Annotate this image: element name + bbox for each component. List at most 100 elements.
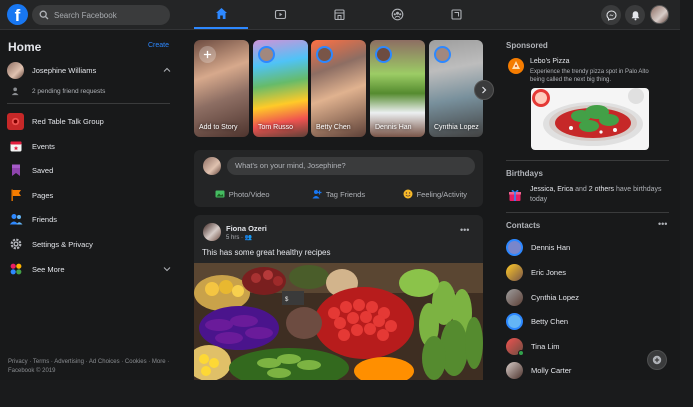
app-window: f Home Create <box>0 0 680 380</box>
new-message-button[interactable] <box>647 350 667 370</box>
feeling-activity-label: Feeling/Activity <box>416 189 468 199</box>
facebook-logo[interactable]: f <box>7 4 28 25</box>
ad-description: Experience the trendy pizza spot in Palo… <box>530 69 649 83</box>
sidebar-item-pages[interactable]: Pages <box>7 185 175 205</box>
profile-row[interactable]: Josephine Williams <box>7 60 175 80</box>
divider <box>7 103 170 104</box>
feeling-activity-button[interactable]: Feeling/Activity <box>387 186 483 202</box>
avatar <box>7 61 24 79</box>
post-meta: 5 hrs · 👥 <box>226 234 252 241</box>
sidebar-item-label: Red Table Talk Group <box>32 116 104 126</box>
sidebar-item-label: Friends <box>32 214 58 224</box>
bookmark-icon <box>7 162 24 179</box>
watch-icon <box>274 9 286 20</box>
contact-name: Eric Jones <box>531 267 567 277</box>
notifications-button[interactable] <box>625 5 645 25</box>
contact-name: Cynthia Lopez <box>531 292 579 302</box>
post-time[interactable]: 5 hrs <box>226 235 239 241</box>
sidebar-item-saved[interactable]: Saved <box>7 160 175 180</box>
birthdays-text[interactable]: Jessica, Erica and 2 others have birthda… <box>530 185 665 205</box>
post-image[interactable]: $ <box>194 263 483 380</box>
home-icon <box>215 8 227 19</box>
contact-item[interactable]: Molly Carter <box>506 360 666 380</box>
search-icon <box>39 10 49 20</box>
page-title: Home <box>8 40 42 54</box>
story-card[interactable]: Tom Russo <box>253 40 308 137</box>
gear-icon <box>7 236 24 253</box>
composer-input[interactable]: What's on your mind, Josephine? <box>227 157 475 175</box>
search-input[interactable] <box>54 10 164 20</box>
stories-next-button[interactable] <box>474 80 494 100</box>
smiley-icon <box>403 189 413 199</box>
story-card[interactable]: Betty Chen <box>311 40 366 137</box>
story-name: Betty Chen <box>316 124 351 131</box>
photo-video-button[interactable]: Photo/Video <box>194 186 290 202</box>
sidebar-item-friends[interactable]: Friends <box>7 209 175 229</box>
tab-watch[interactable] <box>253 0 307 29</box>
tag-friends-icon <box>312 190 322 199</box>
add-story-icon <box>199 46 216 63</box>
sidebar-item-label: Pages <box>32 190 54 200</box>
messenger-button[interactable] <box>601 5 621 25</box>
sidebar-item-settings[interactable]: Settings & Privacy <box>7 234 175 254</box>
chevron-down-icon[interactable] <box>163 265 171 273</box>
chevron-up-icon[interactable] <box>163 66 171 74</box>
profile-name: Josephine Williams <box>32 65 97 75</box>
stories-tray: Add to Story Tom Russo Betty Chen Dennis… <box>193 38 483 138</box>
tab-home[interactable] <box>194 0 248 29</box>
photo-video-label: Photo/Video <box>228 189 270 199</box>
avatar <box>258 46 275 63</box>
sidebar-item-see-more[interactable]: See More <box>7 259 175 279</box>
more-options-icon[interactable]: ••• <box>658 219 667 229</box>
see-more-icon <box>7 261 24 278</box>
post-composer: What's on your mind, Josephine? Photo/Vi… <box>194 150 483 207</box>
avatar <box>203 157 221 175</box>
contact-name: Betty Chen <box>531 316 569 326</box>
birthday-others[interactable]: 2 others <box>589 186 614 193</box>
ad-title[interactable]: Lebo's Pizza <box>530 58 569 65</box>
sidebar-item-events[interactable]: Events <box>7 136 175 156</box>
story-card[interactable]: Dennis Han <box>370 40 425 137</box>
footer-links[interactable]: Privacy · Terms · Advertising · Ad Choic… <box>8 358 173 376</box>
contact-name: Dennis Han <box>531 242 571 252</box>
contact-item[interactable]: Betty Chen <box>506 311 666 331</box>
avatar[interactable] <box>203 223 221 241</box>
contact-item[interactable]: Eric Jones <box>506 262 666 282</box>
ad-image[interactable] <box>531 88 649 150</box>
feed-post: Fiona Ozeri 5 hrs · 👥 ••• This has some … <box>194 215 483 380</box>
birthday-names[interactable]: Jessica, Erica <box>530 186 573 193</box>
tab-marketplace[interactable] <box>312 0 366 29</box>
sidebar-item-label: Settings & Privacy <box>32 239 93 249</box>
divider <box>506 212 669 213</box>
contact-item[interactable]: Cynthia Lopez <box>506 287 666 307</box>
divider <box>506 160 669 161</box>
avatar <box>506 312 523 330</box>
sidebar-item-label: Events <box>32 141 55 151</box>
tag-friends-button[interactable]: Tag Friends <box>290 186 386 202</box>
create-link[interactable]: Create <box>148 42 169 49</box>
friend-requests-icon <box>7 83 24 100</box>
chevron-right-icon <box>482 86 487 94</box>
story-name: Dennis Han <box>375 124 412 131</box>
tab-gaming[interactable] <box>429 0 483 29</box>
avatar <box>434 46 451 63</box>
tab-groups[interactable] <box>370 0 424 29</box>
contact-item[interactable]: Tina Lim <box>506 336 666 356</box>
gaming-icon <box>450 9 462 20</box>
bell-icon <box>631 10 639 20</box>
search-box[interactable] <box>32 5 170 25</box>
story-name: Add to Story <box>199 124 238 131</box>
avatar <box>506 288 523 306</box>
more-options-icon[interactable]: ••• <box>460 225 469 235</box>
profile-avatar[interactable] <box>650 5 669 24</box>
birthday-and: and <box>573 186 589 193</box>
story-name: Tom Russo <box>258 124 294 131</box>
sidebar-item-red-table-talk[interactable]: Red Table Talk Group <box>7 111 175 131</box>
post-author[interactable]: Fiona Ozeri <box>226 224 267 233</box>
story-card-add[interactable]: Add to Story <box>194 40 249 137</box>
sponsored-heading: Sponsored <box>506 41 548 50</box>
story-name: Cynthia Lopez <box>434 124 479 131</box>
contact-item[interactable]: Dennis Han <box>506 237 666 257</box>
friend-requests-row[interactable]: 2 pending friend requests <box>7 81 175 101</box>
ad-logo[interactable] <box>508 58 524 74</box>
